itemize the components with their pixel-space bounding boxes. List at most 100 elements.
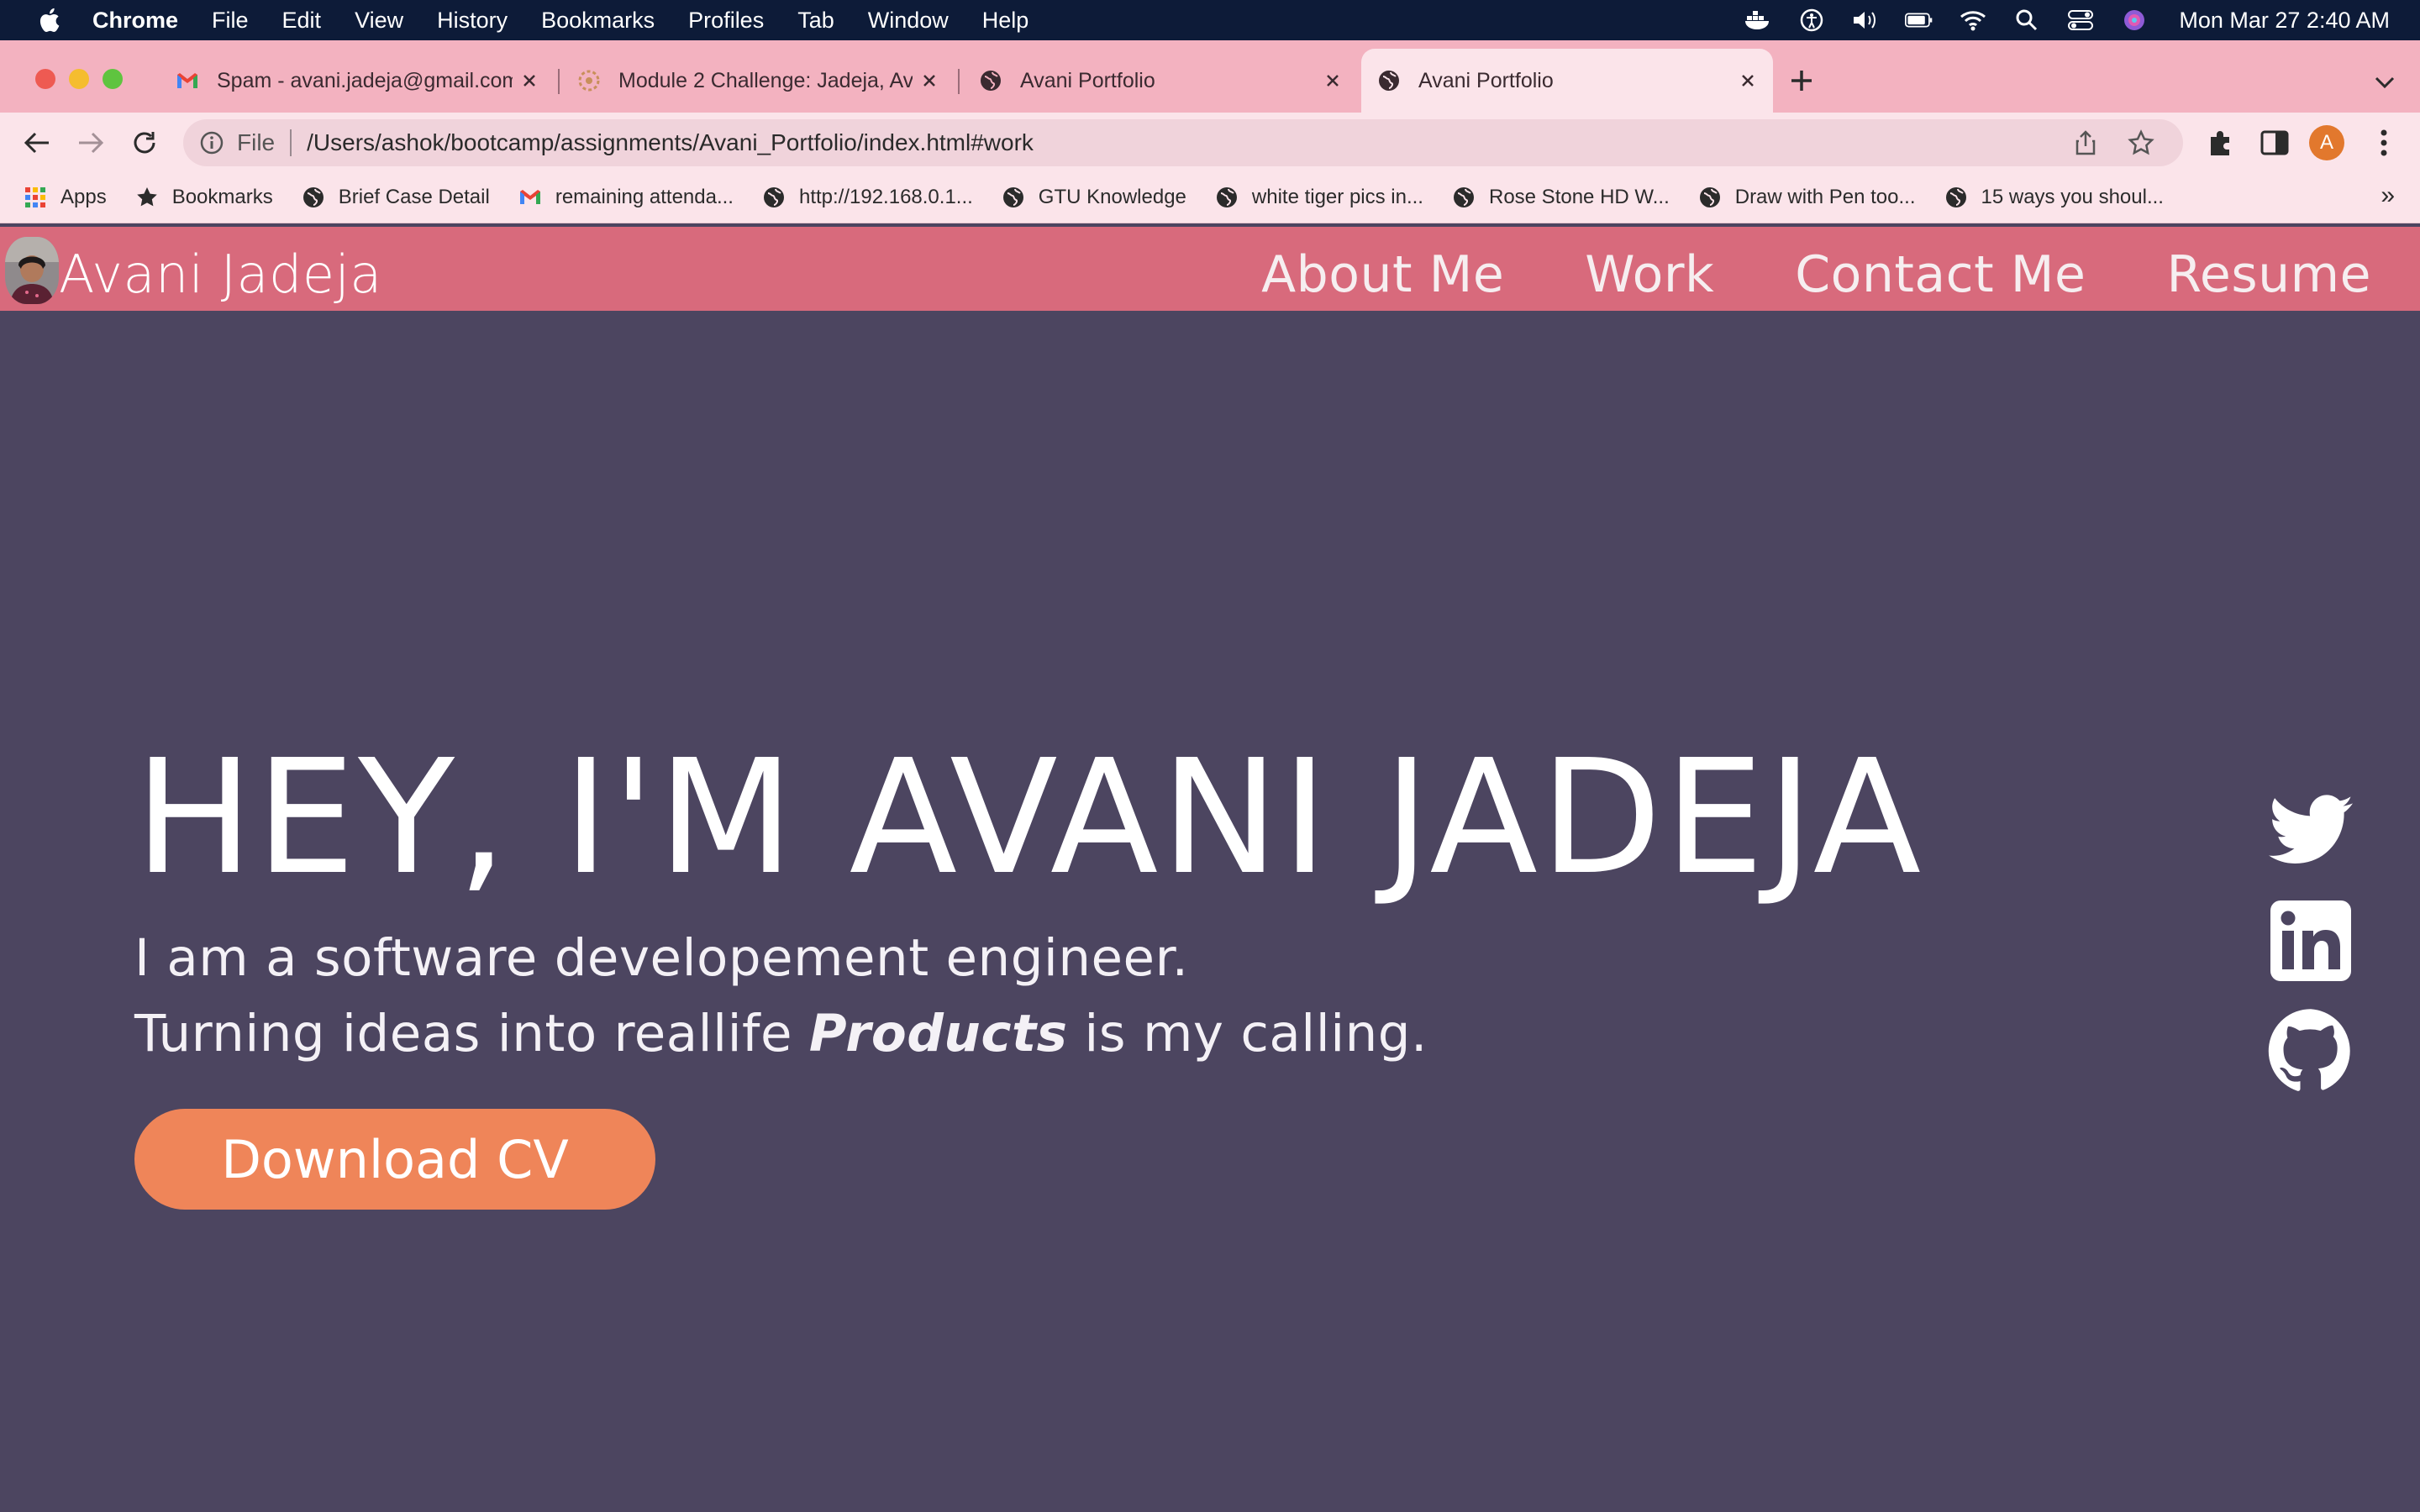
globe-icon <box>1453 186 1474 207</box>
canvas-icon <box>578 70 600 92</box>
bookmark-item[interactable]: Rose Stone HD W... <box>1452 186 1670 209</box>
tagline-emphasis: Products <box>808 1004 1068 1063</box>
github-icon[interactable] <box>2267 1006 2354 1094</box>
side-panel-icon[interactable] <box>2259 127 2291 159</box>
browser-tab[interactable]: Avani Portfolio <box>963 49 1358 113</box>
nav-resume[interactable]: Resume <box>2166 245 2371 304</box>
menu-history[interactable]: History <box>437 8 508 34</box>
bookmark-label: 15 ways you shoul... <box>1981 185 2164 208</box>
browser-tab-active[interactable]: Avani Portfolio <box>1361 49 1773 113</box>
menu-bookmarks[interactable]: Bookmarks <box>541 8 655 34</box>
bookmarks-overflow-button[interactable]: » <box>2381 181 2395 210</box>
bookmark-apps[interactable]: Apps <box>24 186 107 209</box>
nav-work[interactable]: Work <box>1585 245 1714 304</box>
browser-tab[interactable]: Spam - avani.jadeja@gmail.com <box>160 49 555 113</box>
linkedin-icon[interactable] <box>2267 897 2354 984</box>
tab-separator <box>558 69 560 94</box>
hero-title: HEY, I'M AVANI JADEJA <box>134 726 1924 910</box>
apple-logo-icon[interactable] <box>35 5 66 35</box>
menu-app-chrome[interactable]: Chrome <box>92 8 178 34</box>
bookmark-label: white tiger pics in... <box>1251 185 1423 208</box>
menu-help[interactable]: Help <box>982 8 1029 34</box>
bookmark-label: Draw with Pen too... <box>1734 185 1916 208</box>
globe-icon <box>1699 186 1720 207</box>
site-nav: About Me Work Contact Me Resume <box>1181 245 2371 304</box>
siri-icon[interactable] <box>2120 6 2149 34</box>
bookmark-item[interactable]: Brief Case Detail <box>302 186 490 209</box>
tab-title: Avani Portfolio <box>1020 68 1155 92</box>
globe-icon <box>1379 71 1399 91</box>
hero-tagline: I am a software developement engineer. <box>134 928 1189 988</box>
tab-search-chevron-down-icon[interactable] <box>2370 67 2400 97</box>
wifi-icon[interactable] <box>1959 6 1987 34</box>
nav-contact-me[interactable]: Contact Me <box>1795 245 2086 304</box>
bookmark-item[interactable]: remaining attenda... <box>518 186 734 209</box>
bookmark-label: Brief Case Detail <box>338 185 490 208</box>
tab-title: Avani Portfolio <box>1418 68 1554 92</box>
menu-window[interactable]: Window <box>868 8 949 34</box>
bookmark-label: http://192.168.0.1... <box>798 185 973 208</box>
bookmark-star-icon[interactable] <box>2128 129 2154 156</box>
bookmarks-bar: Apps Bookmarks Brief Case Detail remaini… <box>0 171 2420 223</box>
tab-title: Module 2 Challenge: Jadeja, Av <box>618 68 913 92</box>
globe-icon <box>981 71 1001 91</box>
globe-icon <box>1216 186 1237 207</box>
menu-file[interactable]: File <box>212 8 249 34</box>
battery-icon[interactable] <box>1905 6 1933 34</box>
close-icon[interactable] <box>913 64 946 97</box>
close-icon[interactable] <box>1731 64 1765 97</box>
spotlight-search-icon[interactable] <box>2012 6 2041 34</box>
reload-icon[interactable] <box>128 126 161 160</box>
bookmark-label: GTU Knowledge <box>1038 185 1186 208</box>
bookmark-item[interactable]: Draw with Pen too... <box>1698 186 1916 209</box>
bookmark-bookmarks[interactable]: Bookmarks <box>135 186 273 209</box>
macos-menu-bar: Chrome File Edit View History Bookmarks … <box>0 0 2420 40</box>
share-icon[interactable] <box>2072 129 2099 156</box>
close-icon[interactable] <box>1316 64 1349 97</box>
docker-icon[interactable] <box>1744 6 1772 34</box>
window-minimize-button[interactable] <box>69 69 89 89</box>
menu-view[interactable]: View <box>355 8 403 34</box>
bookmark-label: Apps <box>60 185 107 208</box>
window-zoom-button[interactable] <box>103 69 123 89</box>
site-header: Avani Jadeja About Me Work Contact Me Re… <box>0 227 2420 311</box>
nav-about-me[interactable]: About Me <box>1261 245 1504 304</box>
twitter-icon[interactable] <box>2267 786 2354 874</box>
site-title[interactable]: Avani Jadeja <box>59 244 382 305</box>
volume-icon[interactable] <box>1851 6 1880 34</box>
address-bar[interactable]: File /Users/ashok/bootcamp/assignments/A… <box>183 119 2183 166</box>
extensions-puzzle-icon[interactable] <box>2205 127 2237 159</box>
window-close-button[interactable] <box>35 69 55 89</box>
back-arrow-icon[interactable] <box>20 126 54 160</box>
menu-tab[interactable]: Tab <box>797 8 834 34</box>
hero-subtagline: Turning ideas into reallife Products is … <box>134 1004 1428 1063</box>
bookmark-item[interactable]: 15 ways you shoul... <box>1944 186 2164 209</box>
menu-profiles[interactable]: Profiles <box>688 8 764 34</box>
close-icon[interactable] <box>513 64 546 97</box>
gmail-icon <box>519 189 540 204</box>
profile-avatar[interactable]: A <box>2309 125 2344 160</box>
bookmark-label: Rose Stone HD W... <box>1488 185 1670 208</box>
globe-icon <box>1945 186 1966 207</box>
browser-tab[interactable]: Module 2 Challenge: Jadeja, Av <box>561 49 955 113</box>
new-tab-button[interactable] <box>1785 64 1818 97</box>
bookmark-item[interactable]: white tiger pics in... <box>1215 186 1423 209</box>
url-scheme-label: File <box>237 129 276 155</box>
bookmark-item[interactable]: http://192.168.0.1... <box>762 186 973 209</box>
menu-bar-clock[interactable]: Mon Mar 27 2:40 AM <box>2179 8 2390 34</box>
tagline-text: is my calling. <box>1067 1004 1428 1063</box>
control-center-icon[interactable] <box>2066 6 2095 34</box>
browser-toolbar: File /Users/ashok/bootcamp/assignments/A… <box>0 113 2420 171</box>
download-cv-button[interactable]: Download CV <box>134 1109 655 1210</box>
chrome-menu-kebab-icon[interactable] <box>2368 127 2400 159</box>
menu-bar-status-area: Mon Mar 27 2:40 AM <box>1718 0 2390 40</box>
globe-icon <box>302 186 324 207</box>
info-icon[interactable] <box>198 129 225 156</box>
accessibility-icon[interactable] <box>1797 6 1826 34</box>
menu-edit[interactable]: Edit <box>282 8 322 34</box>
bookmark-item[interactable]: GTU Knowledge <box>1002 186 1186 209</box>
url-text[interactable]: /Users/ashok/bootcamp/assignments/Avani_… <box>307 129 2072 156</box>
tab-title: Spam - avani.jadeja@gmail.com <box>217 68 513 92</box>
forward-arrow-icon[interactable] <box>74 126 108 160</box>
tab-separator <box>958 69 960 94</box>
